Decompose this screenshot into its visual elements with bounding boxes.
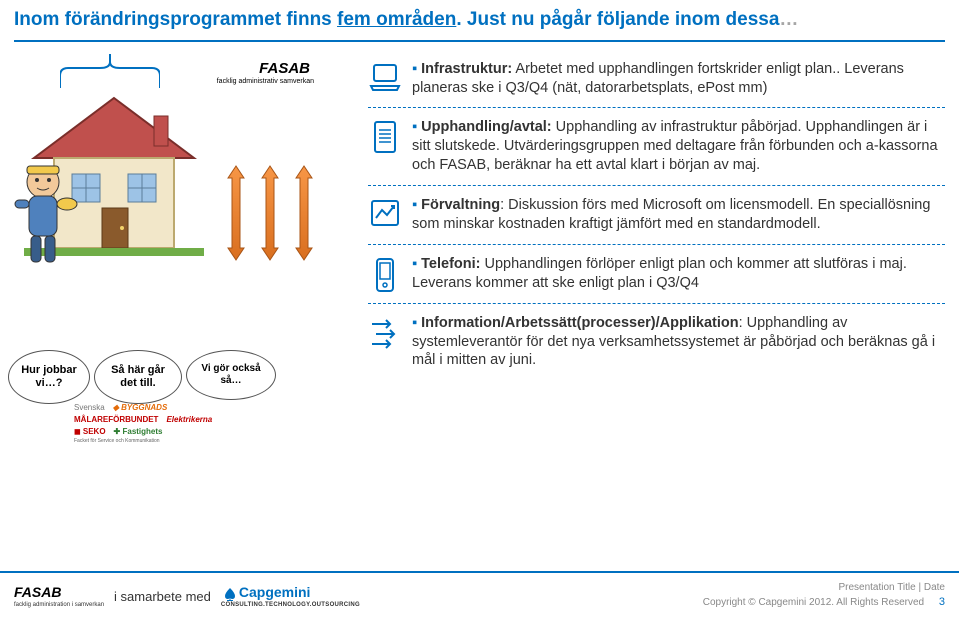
item-info-text: ▪Information/Arbetssätt(processer)/Appli… (412, 314, 945, 371)
logo-malare: MÅLAREFÖRBUNDET (74, 414, 158, 426)
item-infra-text: ▪Infrastruktur: Arbetet med upphandlinge… (412, 60, 945, 98)
slide-title: Inom förändringsprogrammet finns fem omr… (0, 0, 959, 36)
logo-seko-sub: Facket för Service och Kommunikation (74, 438, 160, 446)
bidirectional-arrows-icon (214, 160, 324, 270)
dashed-divider (368, 303, 945, 304)
item-telefoni: ▪Telefoni: Upphandlingen förlöper enligt… (368, 255, 945, 297)
character-icon (9, 160, 87, 270)
bubble-2: Så här går det till. (94, 350, 182, 404)
left-column: FASAB facklig administrativ samverkan (14, 60, 354, 374)
content-area: FASAB facklig administrativ samverkan (0, 42, 959, 374)
process-arrows-icon (368, 316, 402, 350)
title-ellipsis: … (779, 9, 798, 30)
dashed-divider (368, 244, 945, 245)
logo-fastighets: ✚ Fastighets (114, 426, 163, 438)
logo-svenska: Svenska (74, 402, 105, 414)
laptop-icon (369, 62, 401, 92)
bullet-icon: ▪ (412, 315, 417, 331)
bullet-icon: ▪ (412, 119, 417, 135)
bullet-icon: ▪ (412, 197, 417, 213)
right-column: ▪Infrastruktur: Arbetet med upphandlinge… (368, 60, 945, 374)
speech-bubbles: Hur jobbar vi…? Så här går det till. Vi … (8, 350, 276, 404)
fasab-brand-sub: facklig administrativ samverkan (217, 78, 314, 85)
fasab-footer-logo: FASAB facklig administration i samverkan (14, 584, 104, 608)
title-prefix: Inom förändringsprogrammet finns (14, 9, 337, 30)
bubble-2-text: Så här går det till. (105, 364, 171, 389)
samarbete-text: i samarbete med (114, 589, 211, 604)
presentation-meta: Presentation Title | Date (703, 581, 945, 595)
dashed-divider (368, 185, 945, 186)
item-information: ▪Information/Arbetssätt(processer)/Appli… (368, 314, 945, 375)
dashed-divider (368, 107, 945, 108)
item-forvaltning: ▪Förvaltning: Diskussion förs med Micros… (368, 196, 945, 238)
bullet-icon: ▪ (412, 256, 417, 272)
logo-byggnads: ◆ BYGGNADS (113, 402, 168, 414)
title-underlined: fem områden (337, 9, 456, 30)
capgemini-logo: Capgemini CONSULTING.TECHNOLOGY.OUTSOURC… (221, 584, 360, 607)
bubble-1-text: Hur jobbar vi…? (19, 364, 79, 389)
bullet-icon: ▪ (412, 61, 417, 77)
logo-seko: ◼ SEKO (74, 426, 106, 438)
capgemini-spade-icon (221, 586, 239, 602)
bubble-3-text: Vi gör också så… (197, 363, 265, 386)
item-avtal-text: ▪Upphandling/avtal: Upphandling av infra… (412, 118, 945, 175)
item-upphandling: ▪Upphandling/avtal: Upphandling av infra… (368, 118, 945, 179)
logo-elektrikerna: Elektrikerna (166, 414, 212, 426)
title-mid: . Just nu pågår följande inom dessa (456, 9, 779, 30)
bubble-1: Hur jobbar vi…? (8, 350, 90, 404)
fasab-brand: FASAB (259, 60, 310, 77)
copyright-line: Copyright © Capgemini 2012. All Rights R… (703, 595, 945, 610)
chart-icon (369, 198, 401, 228)
item-forvaltning-text: ▪Förvaltning: Diskussion förs med Micros… (412, 196, 945, 234)
illustration-area: FASAB facklig administrativ samverkan (14, 60, 354, 290)
page-number: 3 (939, 596, 945, 608)
document-icon (372, 120, 398, 154)
phone-icon (373, 257, 397, 293)
item-telefoni-text: ▪Telefoni: Upphandlingen förlöper enligt… (412, 255, 945, 293)
bubble-3: Vi gör också så… (186, 350, 276, 400)
item-infrastruktur: ▪Infrastruktur: Arbetet med upphandlinge… (368, 60, 945, 102)
union-logos: Svenska ◆ BYGGNADS MÅLAREFÖRBUNDET Elekt… (74, 402, 212, 446)
footer: FASAB facklig administration i samverkan… (0, 571, 959, 619)
footer-left: FASAB facklig administration i samverkan… (14, 584, 360, 608)
footer-right: Presentation Title | Date Copyright © Ca… (703, 581, 945, 610)
